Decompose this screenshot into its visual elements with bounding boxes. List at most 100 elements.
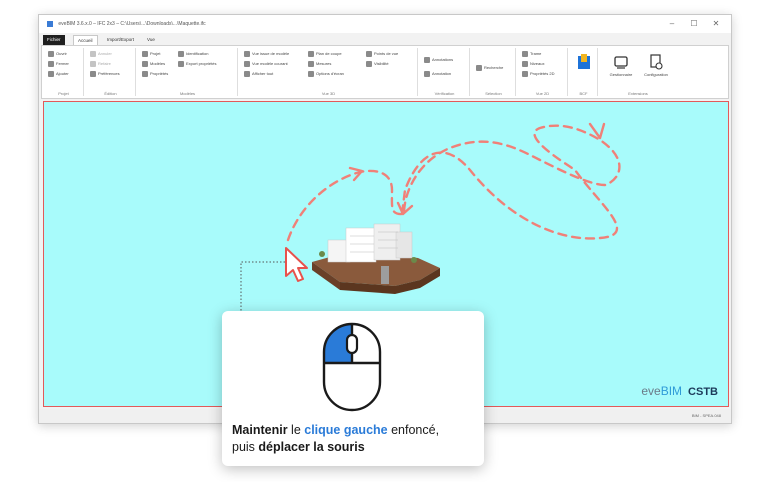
ribbon-item-export-proprietes[interactable]: Export propriétés <box>178 60 216 68</box>
eye-icon <box>244 70 250 77</box>
maximize-button[interactable]: ☐ <box>683 15 705 33</box>
label: Préférences <box>98 71 120 76</box>
identify-icon <box>178 50 184 57</box>
group-label: Vue 2D <box>535 91 550 96</box>
group-modeles: Projet Modèles Propriétés Identification… <box>138 48 238 96</box>
manager-icon <box>614 56 628 69</box>
ribbon-item-identification[interactable]: Identification <box>178 50 208 58</box>
ribbon-item-plan-de-coupe[interactable]: Plan de coupe <box>308 50 342 58</box>
search-icon <box>476 64 482 71</box>
label: Export propriétés <box>186 61 217 66</box>
ribbon-item-annuler[interactable]: Annuler <box>90 50 112 58</box>
ribbon-item-mesures[interactable]: Mesures <box>308 60 331 68</box>
label: Plan de coupe <box>316 51 342 56</box>
text-le: le <box>287 423 305 437</box>
ribbon-item-annotations[interactable]: Annotations <box>424 56 453 64</box>
group-label: Édition <box>104 91 117 96</box>
ribbon-item-annotation[interactable]: Annotation <box>424 70 451 78</box>
annotations-icon <box>424 56 430 63</box>
ribbon-item-preferences[interactable]: Préférences <box>90 70 120 78</box>
label: Visibilité <box>374 61 389 66</box>
ribbon-item-proprietes[interactable]: Propriétés <box>142 70 168 78</box>
group-label: Extensions <box>628 91 648 96</box>
add-icon <box>48 70 54 77</box>
window-title: eveBIM 3.6.x.0 – IFC 2x3 – C:\Users\...\… <box>58 21 206 27</box>
brand-bim: BIM <box>660 384 683 398</box>
label: Points de vue <box>374 51 399 56</box>
open-icon <box>48 50 54 57</box>
ribbon-item-niveaux[interactable]: Niveaux <box>522 60 544 68</box>
tutorial-stage: eveBIM 3.6.x.0 – IFC 2x3 – C:\Users\...\… <box>0 0 758 482</box>
label: Fermer <box>56 61 69 66</box>
section-plane-icon <box>308 50 314 57</box>
group-label: Sélection <box>485 91 502 96</box>
label: Trame <box>530 51 542 56</box>
tab-accueil[interactable]: Accueil <box>73 35 98 45</box>
group-extensions: Gestionnaire Configuration Extensions <box>600 48 676 96</box>
label: Modèles <box>150 61 166 66</box>
text-enfonce: enfoncé, <box>387 423 440 437</box>
label: Annotation <box>432 71 452 76</box>
ribbon-item-recherche[interactable]: Recherche <box>476 64 503 72</box>
ribbon-item-options-ecran[interactable]: Options d'écran <box>308 70 344 78</box>
grid-icon <box>522 50 528 57</box>
group-projet: Ouvrir Fermer Ajouter Projet <box>44 48 84 96</box>
brand-logo: eveBIM CSTB <box>641 384 718 398</box>
ribbon-item-ouvrir[interactable]: Ouvrir <box>48 50 67 58</box>
label: Afficher tout <box>252 71 274 76</box>
ribbon-item-points-de-vue[interactable]: Points de vue <box>366 50 398 58</box>
label: Propriétés <box>150 71 169 76</box>
export-icon <box>178 60 184 67</box>
ribbon-item-configuration[interactable]: Configuration <box>640 54 672 84</box>
group-label: Modèles <box>179 91 196 96</box>
ribbon-item-vue-modele-courant[interactable]: Vue modèle courant <box>244 60 288 68</box>
close-file-icon <box>48 60 54 67</box>
ribbon-item-proprietes-2d[interactable]: Propriétés 2D <box>522 70 554 78</box>
label: Vue modèle courant <box>252 61 288 66</box>
label: Annotations <box>432 57 454 62</box>
ribbon-item-modeles[interactable]: Modèles <box>142 60 165 68</box>
bcf-icon <box>578 54 590 69</box>
group-edition: Annuler Refaire Préférences Édition <box>86 48 136 96</box>
properties-2d-icon <box>522 70 528 77</box>
group-selection: Recherche Sélection <box>472 48 516 96</box>
screen-options-icon <box>308 70 314 77</box>
label: Annuler <box>98 51 112 56</box>
mouse-icon <box>322 322 382 412</box>
label: Refaire <box>98 61 111 66</box>
brand-cstb: CSTB <box>688 386 718 398</box>
undo-icon <box>90 50 96 57</box>
group-vue-2d: Trame Niveaux Propriétés 2D Vue 2D <box>518 48 568 96</box>
ribbon-item-bcf[interactable] <box>573 54 595 84</box>
ribbon-item-projet[interactable]: Projet <box>142 50 160 58</box>
status-text: BIM - SPEA.048 <box>691 413 721 418</box>
view-icon <box>244 50 250 57</box>
brand-eve: eve <box>641 384 661 398</box>
ribbon-item-ajouter[interactable]: Ajouter <box>48 70 69 78</box>
label: Configuration <box>644 72 668 77</box>
ribbon-item-fermer[interactable]: Fermer <box>48 60 69 68</box>
instruction-card: Maintenir le clique gauche enfoncé, puis… <box>222 311 484 466</box>
app-icon <box>47 21 53 27</box>
ribbon-item-refaire[interactable]: Refaire <box>90 60 111 68</box>
settings-icon <box>90 70 96 77</box>
tab-fichier[interactable]: Fichier <box>43 35 65 45</box>
group-label: Projet <box>58 91 69 96</box>
visibility-icon <box>366 60 372 67</box>
group-label: BCF <box>579 91 588 96</box>
minimize-button[interactable]: – <box>661 15 683 33</box>
view-current-icon <box>244 60 250 67</box>
tab-import-export[interactable]: Import/Export <box>103 35 138 45</box>
tab-vue[interactable]: Vue <box>143 35 159 45</box>
ribbon-item-gestionnaire[interactable]: Gestionnaire <box>606 54 636 84</box>
ribbon-item-trame[interactable]: Trame <box>522 50 541 58</box>
properties-icon <box>142 70 148 77</box>
label: Ouvrir <box>56 51 67 56</box>
ribbon-item-afficher-tout[interactable]: Afficher tout <box>244 70 273 78</box>
close-button[interactable]: ✕ <box>705 15 727 33</box>
label: Options d'écran <box>316 71 344 76</box>
group-verification: Annotations Annotation Vérification <box>420 48 470 96</box>
ribbon-item-vue-issue-modele[interactable]: Vue issue de modèle <box>244 50 289 58</box>
ribbon-item-visibilite[interactable]: Visibilité <box>366 60 389 68</box>
measure-icon <box>308 60 314 67</box>
